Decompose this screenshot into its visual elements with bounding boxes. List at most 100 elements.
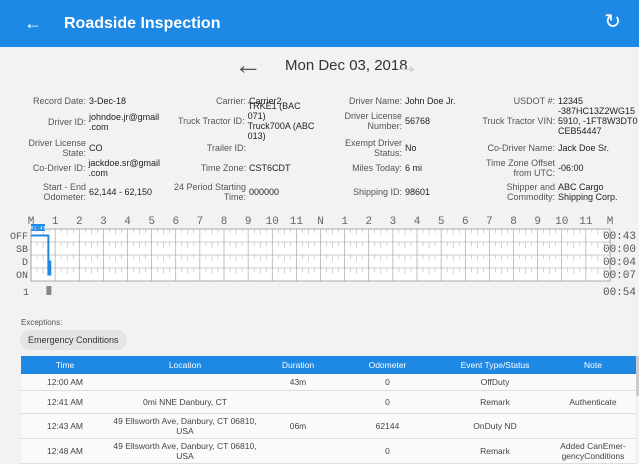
- app-bar: ← Roadside Inspection ↻: [0, 0, 639, 47]
- cell-note-line1: Added CanEmer-: [560, 441, 626, 451]
- header-time: Time: [55, 360, 75, 370]
- cell-time: 12:00 AM: [47, 377, 83, 387]
- driver-name-value: John Doe Jr.: [405, 96, 456, 106]
- vin-line1: -387HC13Z2WG15: [558, 106, 636, 116]
- truck-tractor-id-value: TRKE1 (BAC 071) Truck700A (ABC 013): [248, 101, 320, 141]
- events-table: Time Location Duration Odometer Event Ty…: [21, 356, 636, 464]
- back-arrow-icon[interactable]: ←: [24, 13, 42, 33]
- previous-day-arrow-icon[interactable]: ←: [234, 50, 262, 80]
- cell-event: Remark: [480, 446, 510, 456]
- hour-label: 5: [148, 216, 155, 228]
- exempt-label-line1: Exempt Driver: [344, 138, 402, 148]
- co-driver-id-line1: jackdoe.sr@gmail: [88, 158, 160, 168]
- cell-location-line2: USA: [176, 451, 194, 461]
- driver-id-label: Driver ID:: [48, 117, 86, 127]
- exceptions-label: Exceptions:: [21, 318, 63, 327]
- page-title: Roadside Inspection: [64, 15, 221, 32]
- next-day-arrow-icon[interactable]: →: [392, 50, 420, 80]
- truck-tractor-vin-value: -387HC13Z2WG15 5910, -1FT8W3DT0 CEB54447: [558, 106, 638, 136]
- hour-label: 3: [100, 216, 107, 228]
- hour-label: 10: [266, 216, 279, 228]
- graph-row-label: ON: [16, 271, 28, 282]
- tz-offset-value: -06:00: [558, 163, 584, 173]
- driver-license-state-label: Driver License State:: [10, 138, 86, 158]
- truck-tractor-id-line1: TRKE1 (BAC 071): [247, 101, 301, 121]
- graph-flag-text: 01:43: [30, 226, 45, 232]
- trailer-id-field: Trailer ID:: [160, 143, 320, 153]
- co-driver-name-field: Co-Driver Name: Jack Doe Sr.: [480, 143, 635, 153]
- trailer-id-label: Trailer ID:: [206, 143, 246, 153]
- hour-label: 10: [555, 216, 568, 228]
- header-note: Note: [584, 360, 602, 370]
- time-zone-field: Time Zone: CST6CDT: [160, 163, 320, 173]
- hour-label: 9: [245, 216, 252, 228]
- cell-note: Authenticate: [569, 397, 617, 407]
- graph-row-total: 00:43: [603, 231, 636, 243]
- cell-time: 12:41 AM: [47, 397, 83, 407]
- hour-label: M: [607, 216, 614, 228]
- cell-time: 12:48 AM: [47, 446, 83, 456]
- hour-label: 6: [172, 216, 179, 228]
- exempt-label-line2: Status:: [373, 148, 402, 158]
- record-date-label: Record Date:: [32, 96, 86, 106]
- hour-label: 1: [341, 216, 348, 228]
- shipper-field: Shipper and Commodity: ABC Cargo Shipping …: [480, 181, 635, 203]
- hour-label: 11: [290, 216, 304, 228]
- cell-event: Remark: [480, 397, 510, 407]
- hour-label: 2: [76, 216, 83, 228]
- driver-license-state-value: CO: [89, 143, 103, 153]
- cell-event: OnDuty ND: [473, 421, 517, 431]
- hour-label: 8: [510, 216, 517, 228]
- hour-label: 7: [486, 216, 493, 228]
- emergency-conditions-chip[interactable]: Emergency Conditions: [20, 330, 127, 350]
- cell-note: Added CanEmer-gencyConditions: [550, 441, 636, 461]
- driver-license-number-value: 56768: [405, 116, 431, 126]
- tz-offset-label-line2: from UTC:: [513, 168, 556, 178]
- cell-odometer: 62144: [375, 421, 400, 431]
- miles-today-value: 6 mi: [405, 163, 423, 173]
- cell-location-line1: 49 Ellsworth Ave, Danbury, CT 06810,: [113, 441, 257, 451]
- cell-location: 0mi NNE Danbury, CT: [143, 397, 227, 407]
- period-start-label-line1: 24 Period Starting: [173, 182, 246, 192]
- cell-odometer: 0: [385, 446, 390, 456]
- odometer-label-line1: Start - End: [42, 182, 86, 192]
- table-row[interactable]: 12:48 AM 49 Ellsworth Ave, Danbury, CT 0…: [21, 439, 636, 464]
- truck-tractor-id-line2: Truck700A (ABC: [247, 121, 315, 131]
- driver-id-value-line2: .com: [89, 122, 109, 132]
- driver-id-value-line1: johndoe.jr@gmail: [89, 112, 160, 122]
- hour-label: N: [317, 216, 324, 228]
- period-start-label-line2: Time:: [223, 192, 246, 202]
- driver-id-field: Driver ID: johndoe.jr@gmail .com: [10, 110, 160, 134]
- co-driver-id-field: Co-Driver ID: jackdoe.sr@gmail .com: [10, 156, 160, 180]
- exempt-driver-status-value: No: [405, 143, 417, 153]
- cell-time: 12:43 AM: [47, 421, 83, 431]
- header-duration: Duration: [281, 360, 315, 370]
- miles-today-label: Miles Today:: [352, 163, 402, 173]
- cell-event: OffDuty: [480, 377, 510, 387]
- hour-label: 8: [221, 216, 228, 228]
- hour-label: 6: [462, 216, 469, 228]
- truck-tractor-vin-label: Truck Tractor VIN:: [482, 116, 555, 126]
- tz-offset-label: Time Zone Offset from UTC:: [480, 158, 555, 178]
- truck-tractor-id-line3: 013): [247, 131, 266, 141]
- table-row[interactable]: 12:41 AM 0mi NNE Danbury, CT 0 Remark Au…: [21, 391, 636, 414]
- table-row[interactable]: 12:00 AM 43m 0 OffDuty: [21, 374, 636, 391]
- cell-odometer: 0: [385, 397, 390, 407]
- refresh-icon[interactable]: ↻: [604, 11, 621, 33]
- truck-tractor-id-label: Truck Tractor ID:: [177, 116, 245, 126]
- shipping-id-value: 98601: [405, 187, 431, 197]
- driver-name-label: Driver Name:: [348, 96, 402, 106]
- cell-duration: 43m: [289, 377, 307, 387]
- vin-line3: CEB54447: [558, 126, 602, 136]
- odometer-label: Start - End Odometer:: [10, 182, 86, 202]
- graph-bottom-marker: 1: [23, 288, 29, 299]
- odometer-label-line2: Odometer:: [43, 192, 86, 202]
- date-navigator: ← Mon Dec 03, 2018 →: [0, 47, 639, 87]
- duty-status-graph-svg: M 1 2 3 4 5 6 7 8 9 10 11 N 1 2 3 4 5 6 7 8 9 10 11 MOFF 00:43SB 0…: [10, 216, 636, 299]
- table-row[interactable]: 12:43 AM 49 Ellsworth Ave, Danbury, CT 0…: [21, 414, 636, 439]
- cell-note-line2: gencyConditions: [561, 451, 625, 461]
- co-driver-id-value: jackdoe.sr@gmail .com: [88, 158, 160, 178]
- hour-label: 11: [579, 216, 593, 228]
- record-date-field: Record Date: 3-Dec-18: [10, 96, 160, 106]
- graph-row-total: 00:04: [603, 257, 636, 269]
